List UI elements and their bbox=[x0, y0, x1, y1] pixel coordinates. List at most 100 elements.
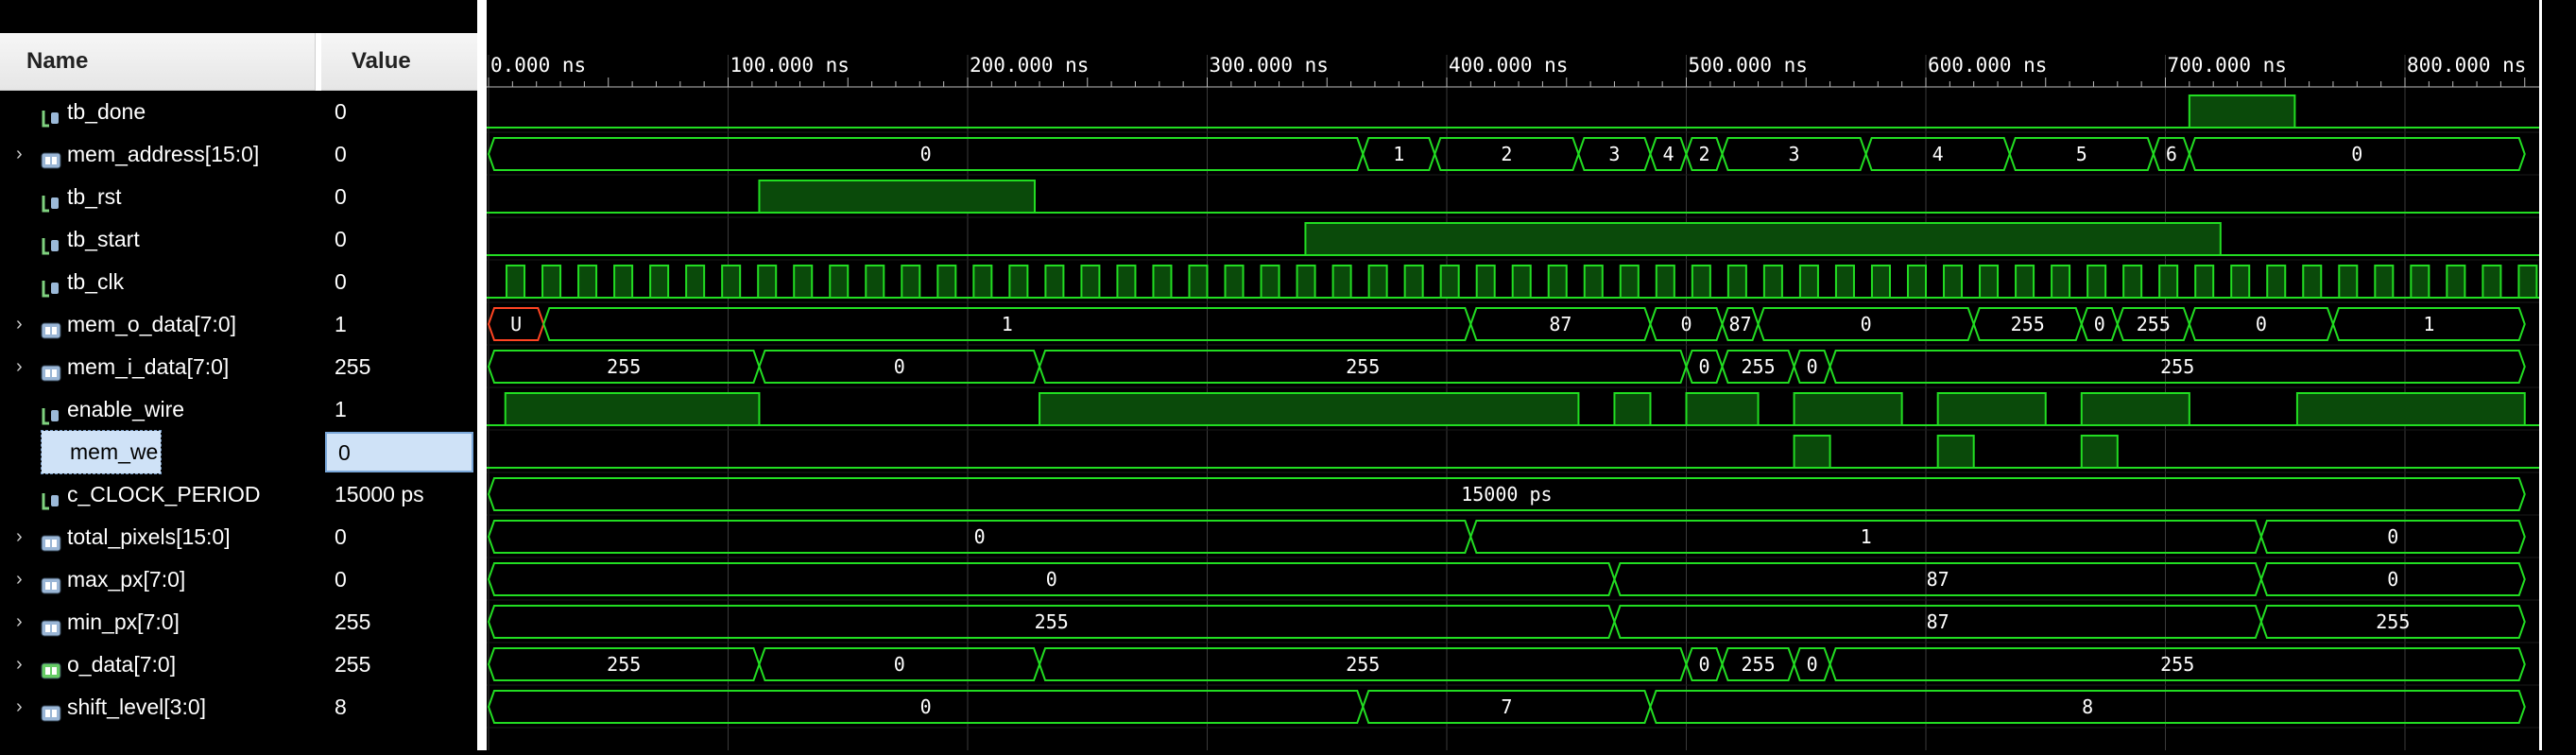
signal-name: tb_clk bbox=[67, 269, 125, 294]
signal-value[interactable]: 1 bbox=[323, 388, 477, 431]
bus-value-label: 1 bbox=[2423, 313, 2434, 335]
clock-pulse bbox=[506, 265, 526, 299]
clock-pulse bbox=[2302, 265, 2323, 299]
bus-value-label: 7 bbox=[1501, 695, 1512, 718]
signal-row-mem_address[interactable]: › mem_address[15:0] bbox=[0, 133, 316, 176]
clock-pulse bbox=[2015, 265, 2035, 299]
bus-signal-icon bbox=[40, 611, 62, 637]
time-tick-label: 0.000 ns bbox=[490, 54, 586, 77]
clock-pulse bbox=[1296, 265, 1316, 299]
bus-value-label: 8 bbox=[2082, 695, 2093, 718]
waveform-viewer[interactable]: 0.000 ns 100.000 ns 200.000 ns 300.000 ns 40… bbox=[487, 0, 2539, 750]
signal-row-shift_level[interactable]: › shift_level[3:0] bbox=[0, 686, 316, 729]
signal-row-mem_i_data[interactable]: › mem_i_data[7:0] bbox=[0, 346, 316, 388]
signal-value[interactable]: 0 bbox=[323, 558, 477, 601]
clock-pulse bbox=[1583, 265, 1604, 299]
signal-name: tb_done bbox=[67, 99, 146, 124]
name-column-header[interactable]: Name bbox=[0, 33, 316, 91]
clock-pulse bbox=[2446, 265, 2466, 299]
bus-signal-icon bbox=[40, 314, 62, 339]
clock-pulse bbox=[1080, 265, 1101, 299]
clock-pulse bbox=[1188, 265, 1209, 299]
signal-value[interactable]: 1 bbox=[323, 303, 477, 346]
bus-value-label: 0 bbox=[2094, 313, 2105, 335]
clock-pulse bbox=[2051, 265, 2071, 299]
clock-pulse bbox=[2194, 265, 2215, 299]
bus-value-label: 3 bbox=[1789, 143, 1800, 165]
expand-chevron-icon[interactable]: › bbox=[16, 133, 29, 176]
expand-chevron-icon[interactable]: › bbox=[16, 686, 29, 729]
bus-signal-icon bbox=[40, 356, 62, 382]
signal-name: max_px[7:0] bbox=[67, 567, 186, 592]
signal-row-c_clock_period[interactable]: c_CLOCK_PERIOD bbox=[0, 473, 316, 516]
bus-value-label: 0 bbox=[920, 695, 932, 718]
bus-value-label: 255 bbox=[2160, 355, 2194, 378]
clock-pulse bbox=[1367, 265, 1388, 299]
signal-value[interactable]: 255 bbox=[323, 601, 477, 643]
value-column-header[interactable]: Value bbox=[321, 33, 477, 91]
bus-value-label: 6 bbox=[2166, 143, 2177, 165]
signal-row-min_px[interactable]: › min_px[7:0] bbox=[0, 601, 316, 643]
bus-value-label: 255 bbox=[1346, 653, 1380, 676]
clock-pulse bbox=[2158, 265, 2179, 299]
bus-value-label: 0 bbox=[1698, 653, 1709, 676]
signal-name: total_pixels[15:0] bbox=[67, 524, 231, 549]
clock-pulse bbox=[1762, 265, 1783, 299]
time-tick-label: 200.000 ns bbox=[970, 54, 1089, 77]
signal-row-tb_done[interactable]: tb_done bbox=[0, 91, 316, 133]
signal-row-mem_o_data[interactable]: › mem_o_data[7:0] bbox=[0, 303, 316, 346]
signal-value[interactable]: 0 bbox=[323, 516, 477, 558]
bus-value-label: 0 bbox=[2387, 525, 2398, 548]
signal-row-tb_clk[interactable]: tb_clk bbox=[0, 261, 316, 303]
time-tick-label: 700.000 ns bbox=[2168, 54, 2287, 77]
signal-value[interactable]: 15000 ps bbox=[323, 473, 477, 516]
expand-chevron-icon[interactable]: › bbox=[16, 303, 29, 346]
clock-pulse bbox=[1726, 265, 1747, 299]
bus-value-label: 0 bbox=[894, 653, 905, 676]
time-tick-label: 300.000 ns bbox=[1210, 54, 1329, 77]
vertical-scrollbar[interactable] bbox=[2539, 0, 2576, 750]
signal-value[interactable]: 255 bbox=[323, 643, 477, 686]
clock-pulse bbox=[972, 265, 993, 299]
bus-value-label: 0 bbox=[1807, 355, 1818, 378]
clock-pulse bbox=[1224, 265, 1245, 299]
signal-name: mem_we bbox=[40, 430, 163, 474]
expand-chevron-icon[interactable]: › bbox=[16, 558, 29, 601]
signal-value[interactable]: 0 bbox=[323, 133, 477, 176]
bus-value-label: 4 bbox=[1662, 143, 1674, 165]
signal-row-o_data[interactable]: › o_data[7:0] bbox=[0, 643, 316, 686]
bus-value-label: 2 bbox=[1698, 143, 1709, 165]
signal-value[interactable]: 0 bbox=[323, 91, 477, 133]
time-tick-label: 100.000 ns bbox=[730, 54, 850, 77]
column-divider[interactable] bbox=[316, 91, 323, 750]
clock-pulse bbox=[685, 265, 706, 299]
signal-value[interactable]: 0 bbox=[323, 176, 477, 218]
signal-row-max_px[interactable]: › max_px[7:0] bbox=[0, 558, 316, 601]
panel-splitter[interactable] bbox=[477, 0, 487, 750]
bit-signal-icon bbox=[40, 186, 62, 213]
signal-row-mem_we[interactable]: mem_we bbox=[0, 430, 316, 474]
signal-row-total_pixels[interactable]: › total_pixels[15:0] bbox=[0, 516, 316, 558]
signal-value[interactable]: 0 bbox=[323, 261, 477, 303]
expand-chevron-icon[interactable]: › bbox=[16, 516, 29, 558]
clock-pulse bbox=[649, 265, 670, 299]
expand-chevron-icon[interactable]: › bbox=[16, 346, 29, 388]
signal-row-enable_wire[interactable]: enable_wire bbox=[0, 388, 316, 431]
signal-value[interactable]: 0 bbox=[325, 432, 473, 472]
bus-value-label: 1 bbox=[1002, 313, 1013, 335]
expand-chevron-icon[interactable]: › bbox=[16, 601, 29, 643]
time-tick-label: 400.000 ns bbox=[1449, 54, 1568, 77]
waveform-canvas[interactable]: 0.000 ns 100.000 ns 200.000 ns 300.000 ns 40… bbox=[487, 0, 2539, 750]
signal-value[interactable]: 255 bbox=[323, 346, 477, 388]
signal-value[interactable]: 8 bbox=[323, 686, 477, 729]
expand-chevron-icon[interactable]: › bbox=[16, 643, 29, 686]
signal-row-tb_rst[interactable]: tb_rst bbox=[0, 176, 316, 218]
signal-value[interactable]: 0 bbox=[323, 218, 477, 261]
bus-signal-icon bbox=[40, 526, 62, 552]
clock-pulse bbox=[1979, 265, 2000, 299]
clock-pulse bbox=[2374, 265, 2395, 299]
bus-value-label: 0 bbox=[2351, 143, 2362, 165]
wave-high-pulse bbox=[1613, 392, 1652, 426]
signal-row-tb_start[interactable]: tb_start bbox=[0, 218, 316, 261]
wave-high-pulse bbox=[2080, 392, 2190, 426]
